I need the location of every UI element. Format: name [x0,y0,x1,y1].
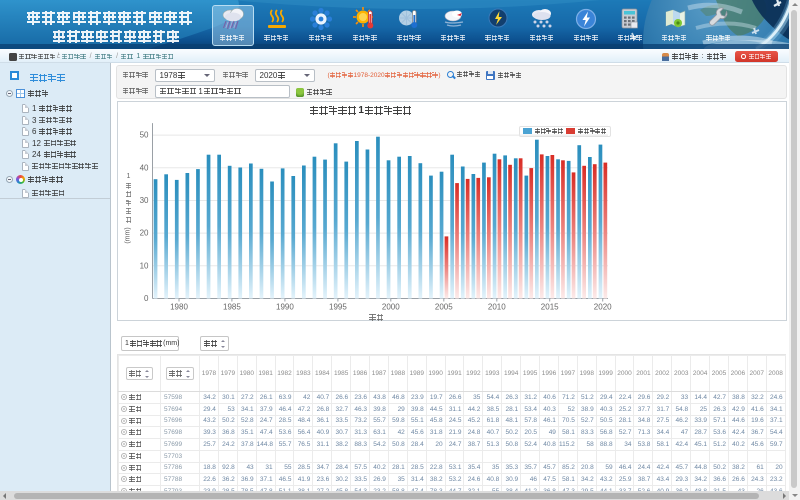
svg-text:1995: 1995 [329,302,347,311]
svg-text:0: 0 [144,294,149,303]
svg-text:2015: 2015 [541,302,559,311]
svg-text:2020: 2020 [594,302,612,311]
svg-text:1980: 1980 [170,302,188,311]
svg-text:50: 50 [140,130,149,139]
svg-text:30: 30 [140,196,149,205]
svg-text:1985: 1985 [223,302,241,311]
svg-text:40: 40 [140,163,149,172]
svg-text:1990: 1990 [276,302,294,311]
svg-text:2005: 2005 [435,302,453,311]
svg-text:2000: 2000 [382,302,400,311]
svg-text:20: 20 [140,228,149,237]
svg-text:10: 10 [140,261,149,270]
svg-text:2010: 2010 [488,302,506,311]
